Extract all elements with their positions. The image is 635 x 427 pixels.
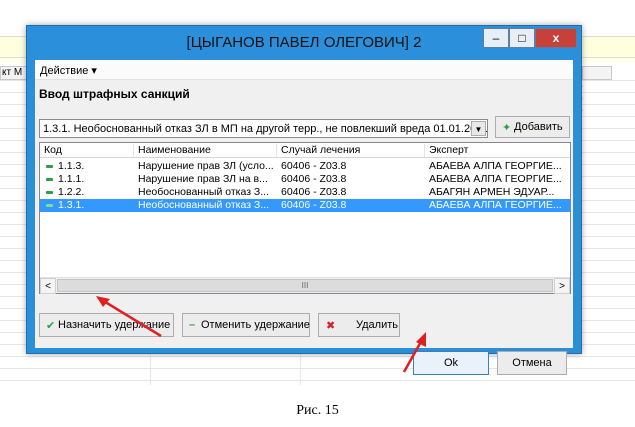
menu-bar: Действие ▾ bbox=[35, 60, 573, 80]
section-title: Ввод штрафных санкций bbox=[39, 87, 190, 101]
scroll-left-icon[interactable]: < bbox=[40, 278, 56, 294]
scroll-thumb[interactable]: III bbox=[57, 279, 553, 292]
row-code: 1.2.2. bbox=[58, 186, 85, 198]
scroll-right-icon[interactable]: > bbox=[554, 278, 570, 294]
maximize-button[interactable]: □ bbox=[509, 28, 535, 48]
checkmark-icon: ✔ bbox=[46, 320, 56, 332]
sanction-select[interactable]: 1.3.1. Необоснованный отказ ЗЛ в МП на д… bbox=[39, 119, 488, 138]
column-header-name[interactable]: Наименование bbox=[134, 144, 277, 157]
close-button[interactable]: x bbox=[535, 28, 577, 48]
table-row[interactable]: 1.2.2. Необоснованный отказ З... 60406 -… bbox=[40, 186, 570, 199]
status-dash-icon bbox=[46, 178, 53, 181]
action-menu[interactable]: Действие ▾ bbox=[40, 64, 97, 77]
row-name: Нарушение прав ЗЛ на в... bbox=[138, 173, 268, 185]
assign-hold-label: Назначить удержание bbox=[58, 319, 171, 331]
table-row[interactable]: 1.1.1. Нарушение прав ЗЛ на в... 60406 -… bbox=[40, 173, 570, 186]
status-dash-icon bbox=[46, 165, 53, 168]
column-header-expert[interactable]: Эксперт bbox=[425, 144, 570, 157]
minimize-button[interactable]: – bbox=[483, 28, 509, 48]
background-column-header-right bbox=[582, 66, 612, 80]
row-case: 60406 - Z03.8 bbox=[281, 186, 347, 198]
row-name: Необоснованный отказ З... bbox=[138, 199, 270, 211]
row-expert: АБАЕВА АЛПА ГЕОРГИЕ... bbox=[429, 160, 562, 172]
row-expert: АБАГЯН АРМЕН ЭДУАР... bbox=[429, 186, 555, 198]
cancel-button[interactable]: Отмена bbox=[497, 351, 567, 375]
column-header-code[interactable]: Код bbox=[40, 144, 134, 157]
sanctions-table: Код Наименование Случай лечения Эксперт … bbox=[39, 142, 571, 294]
sanction-select-value: 1.3.1. Необоснованный отказ ЗЛ в МП на д… bbox=[43, 123, 488, 135]
delete-button[interactable]: ✖ Удалить bbox=[318, 313, 400, 337]
cancel-hold-button[interactable]: – Отменить удержание bbox=[182, 313, 310, 337]
add-icon: ✦ bbox=[502, 122, 512, 134]
row-name: Нарушение прав ЗЛ (усло... bbox=[138, 160, 274, 172]
row-code: 1.1.3. bbox=[58, 160, 85, 172]
cancel-hold-label: Отменить удержание bbox=[201, 319, 310, 331]
row-name: Необоснованный отказ З... bbox=[138, 186, 270, 198]
row-expert: АБАЕВА АЛПА ГЕОРГИЕ... bbox=[429, 199, 562, 211]
status-dash-icon bbox=[46, 204, 53, 207]
figure-caption: Рис. 15 bbox=[296, 403, 339, 418]
minus-icon: – bbox=[189, 319, 196, 331]
row-code: 1.1.1. bbox=[58, 173, 85, 185]
row-case: 60406 - Z03.8 bbox=[281, 173, 347, 185]
status-dash-icon bbox=[46, 191, 53, 194]
row-expert: АБАЕВА АЛПА ГЕОРГИЕ... bbox=[429, 173, 562, 185]
horizontal-scrollbar[interactable]: < III > bbox=[40, 277, 570, 294]
assign-hold-button[interactable]: ✔ Назначить удержание bbox=[39, 313, 174, 337]
delete-x-icon: ✖ bbox=[326, 320, 336, 332]
dropdown-arrow-icon[interactable]: ▼ bbox=[471, 121, 486, 136]
table-row-selected[interactable]: 1.3.1. Необоснованный отказ З... 60406 -… bbox=[40, 199, 570, 212]
delete-label: Удалить bbox=[356, 319, 398, 331]
row-case: 60406 - Z03.8 bbox=[281, 199, 347, 211]
add-button[interactable]: ✦ Добавить bbox=[495, 116, 570, 138]
row-code: 1.3.1. bbox=[58, 199, 85, 211]
title-bar[interactable]: [ЦЫГАНОВ ПАВЕЛ ОЛЕГОВИЧ] 2 – □ x bbox=[27, 26, 581, 60]
table-row[interactable]: 1.1.3. Нарушение прав ЗЛ (усло... 60406 … bbox=[40, 160, 570, 173]
table-header: Код Наименование Случай лечения Эксперт bbox=[40, 143, 570, 158]
row-case: 60406 - Z03.8 bbox=[281, 160, 347, 172]
sanctions-dialog: [ЦЫГАНОВ ПАВЕЛ ОЛЕГОВИЧ] 2 – □ x Действи… bbox=[26, 25, 582, 375]
column-header-case[interactable]: Случай лечения bbox=[277, 144, 425, 157]
ok-button[interactable]: Ok bbox=[413, 351, 489, 375]
add-button-label: Добавить bbox=[514, 121, 563, 133]
dialog-client-area: Действие ▾ Ввод штрафных санкций 1.3.1. … bbox=[35, 60, 573, 375]
